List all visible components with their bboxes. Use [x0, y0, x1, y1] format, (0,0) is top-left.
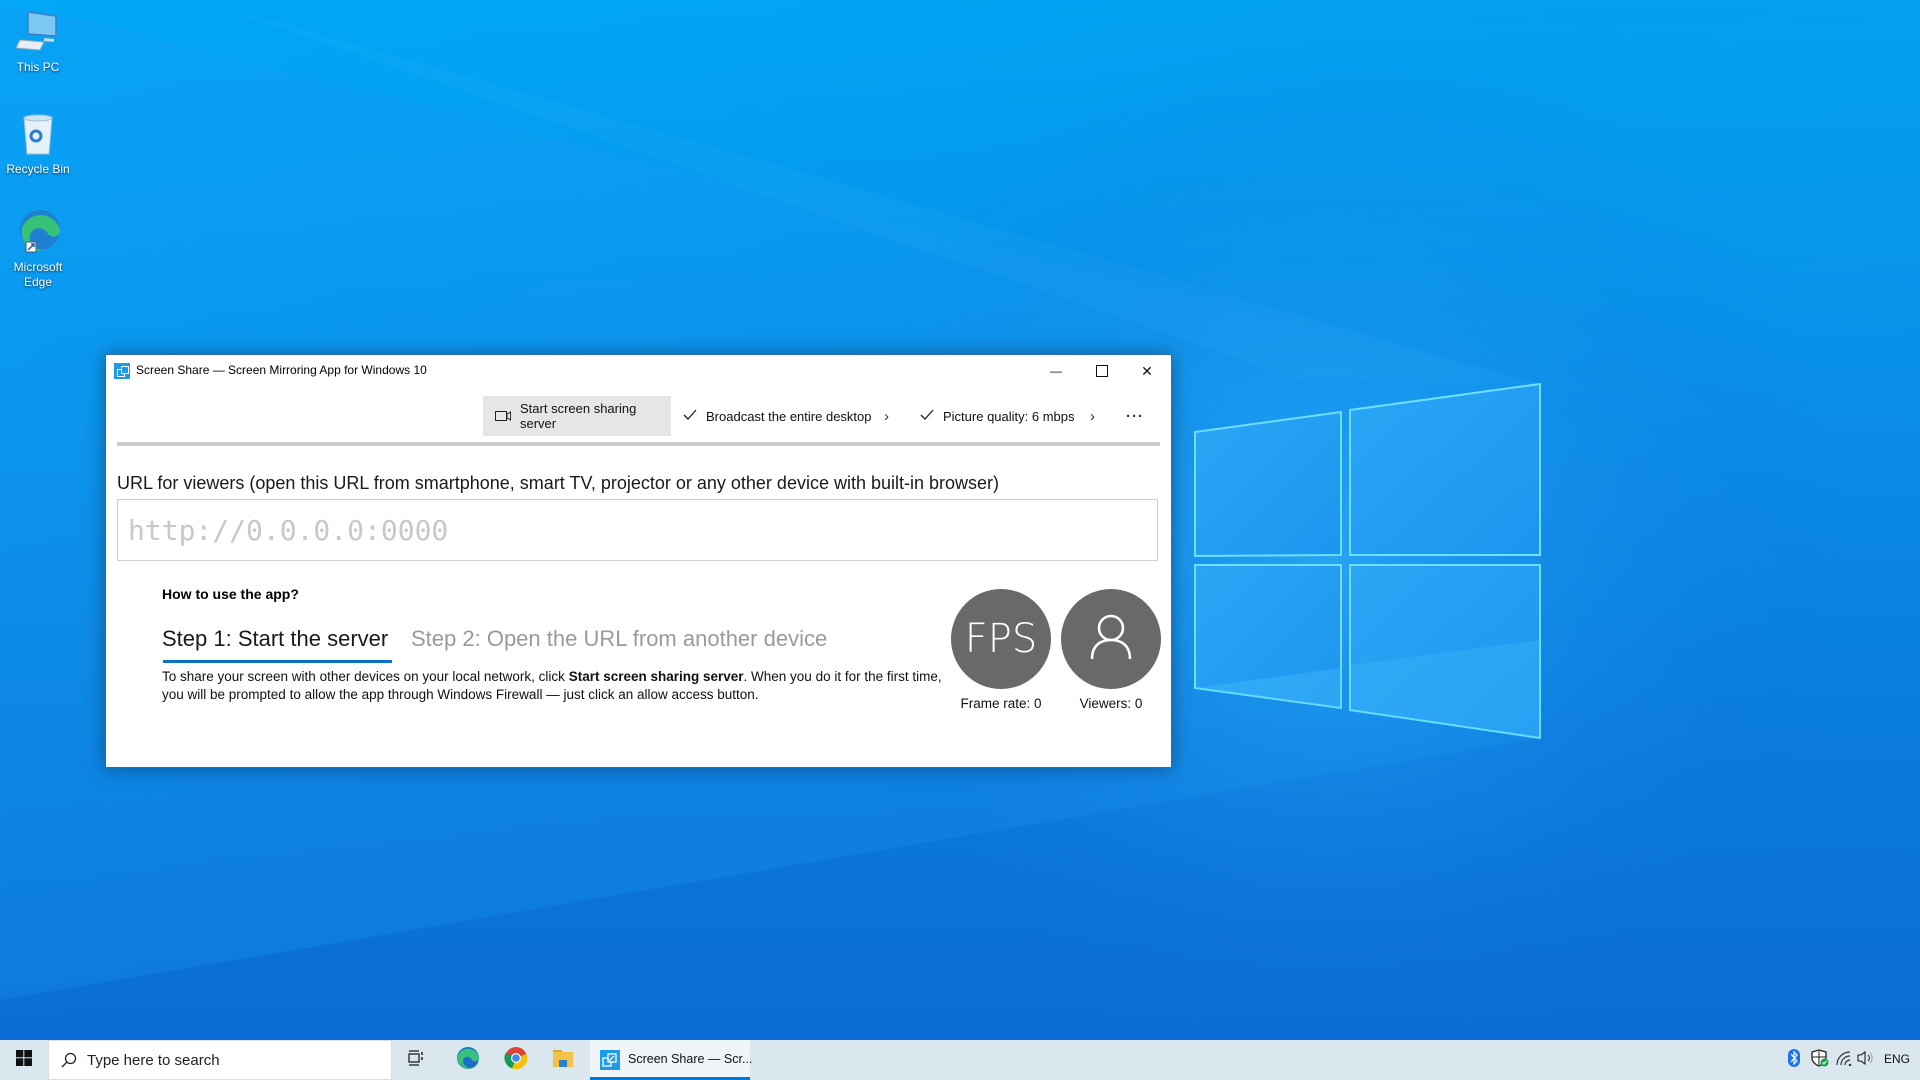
task-view-button[interactable] [396, 1040, 436, 1080]
app-window: Screen Share — Screen Mirroring App for … [105, 354, 1172, 768]
taskbar-app-label: Screen Share — Scr... [628, 1052, 753, 1066]
shield-icon [1811, 1048, 1829, 1072]
taskbar-screen-share[interactable]: Screen Share — Scr... [590, 1040, 753, 1080]
tray-network[interactable] [1834, 1050, 1854, 1070]
window-title: Screen Share — Screen Mirroring App for … [136, 363, 427, 377]
tab-step-2[interactable]: Step 2: Open the URL from another device [411, 626, 827, 652]
desktop-icon-label: Recycle Bin [6, 162, 70, 176]
search-icon [61, 1052, 77, 1068]
viewers-badge [1061, 589, 1161, 689]
tray-bluetooth[interactable] [1786, 1048, 1802, 1072]
checkmark-icon [920, 409, 934, 424]
taskbar: Type here to search Screen Share — Scr..… [0, 1040, 1920, 1080]
picture-quality-chevron[interactable]: › [1090, 396, 1095, 436]
edge-icon [14, 208, 62, 256]
desktop-icon-recycle-bin[interactable]: Recycle Bin [0, 110, 76, 177]
desktop-icon-microsoft-edge[interactable]: Microsoft Edge [0, 208, 76, 290]
title-bar[interactable]: Screen Share — Screen Mirroring App for … [106, 355, 1171, 387]
taskbar-chrome[interactable] [494, 1040, 538, 1080]
viewer-url-field[interactable] [118, 500, 1157, 560]
search-placeholder: Type here to search [87, 1051, 220, 1069]
tab-step-1[interactable]: Step 1: Start the server [162, 626, 388, 652]
maximize-button[interactable] [1079, 355, 1125, 387]
input-language-indicator[interactable]: ENG [1884, 1052, 1910, 1066]
fps-badge: FPS [951, 589, 1051, 689]
command-bar: Start screen sharing server Broadcast th… [106, 396, 1171, 436]
close-icon: ✕ [1141, 362, 1153, 379]
step-description: To share your screen with other devices … [162, 668, 952, 704]
minimize-button[interactable]: — [1033, 355, 1079, 387]
description-text: To share your screen with other devices … [162, 669, 569, 684]
active-tab-indicator [163, 660, 392, 663]
checkmark-icon [683, 409, 697, 424]
bluetooth-icon [1788, 1048, 1800, 1072]
close-button[interactable]: ✕ [1124, 355, 1170, 387]
broadcast-desktop-toggle[interactable]: Broadcast the entire desktop [683, 396, 872, 436]
url-field-container [117, 499, 1158, 561]
person-icon [1089, 613, 1133, 666]
chevron-right-icon: › [1090, 407, 1095, 425]
tray-windows-security[interactable] [1810, 1048, 1830, 1072]
fps-text: FPS [964, 616, 1038, 662]
minimize-icon: — [1050, 364, 1062, 378]
volume-icon [1857, 1050, 1875, 1071]
more-options-button[interactable]: ··· [1126, 396, 1144, 436]
description-bold: Start screen sharing server [568, 669, 744, 684]
frame-rate-label: Frame rate: 0 [960, 696, 1042, 711]
chevron-right-icon: › [884, 407, 889, 425]
maximize-icon [1096, 365, 1108, 377]
screen-share-app-icon [600, 1050, 620, 1070]
video-camera-icon [495, 409, 511, 424]
url-label: URL for viewers (open this URL from smar… [117, 473, 1000, 493]
file-explorer-icon [552, 1048, 574, 1073]
task-view-icon [407, 1049, 425, 1071]
start-button[interactable] [0, 1040, 48, 1080]
wifi-icon [1835, 1050, 1853, 1071]
how-to-heading: How to use the app? [162, 586, 299, 602]
desktop-icon-label: This PC [16, 60, 60, 74]
desktop-icon-this-pc[interactable]: This PC [0, 8, 76, 75]
desktop-icon-label: Microsoft Edge [13, 260, 63, 289]
chrome-icon [504, 1046, 528, 1075]
server-progress-bar [117, 442, 1160, 446]
start-server-label: Start screen sharing server [520, 401, 637, 431]
recycle-bin-icon [14, 110, 62, 158]
broadcast-options-chevron[interactable]: › [884, 396, 889, 436]
edge-icon [456, 1046, 480, 1075]
broadcast-desktop-label: Broadcast the entire desktop [706, 408, 872, 424]
picture-quality-toggle[interactable]: Picture quality: 6 mbps [920, 396, 1075, 436]
viewers-label: Viewers: 0 [1079, 696, 1143, 711]
taskbar-file-explorer[interactable] [541, 1040, 585, 1080]
start-server-button[interactable]: Start screen sharing server [483, 396, 671, 436]
windows-start-icon [16, 1049, 32, 1071]
tray-volume[interactable] [1856, 1050, 1876, 1070]
this-pc-icon [14, 8, 62, 56]
taskbar-search-box[interactable]: Type here to search [48, 1040, 392, 1080]
screen-share-app-icon [114, 363, 130, 379]
picture-quality-label: Picture quality: 6 mbps [943, 408, 1075, 424]
taskbar-edge[interactable] [446, 1040, 490, 1080]
ellipsis-icon: ··· [1126, 407, 1144, 425]
